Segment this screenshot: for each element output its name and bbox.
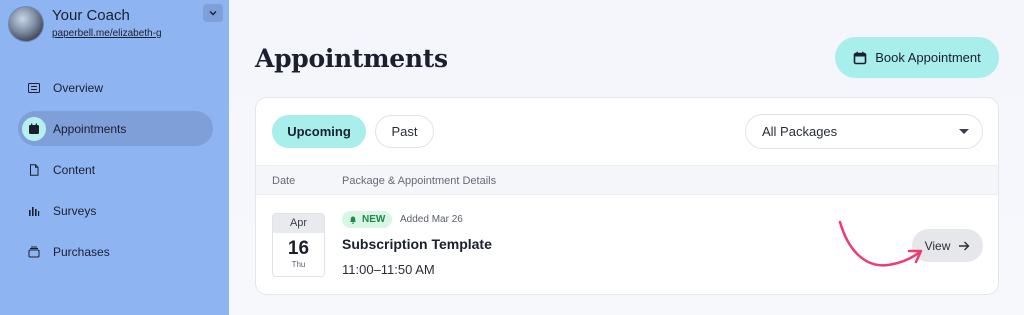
- view-button-label: View: [924, 238, 951, 253]
- date-weekday: Thu: [291, 260, 306, 269]
- purchases-icon: [24, 242, 44, 262]
- date-badge: Apr 16 Thu: [272, 213, 325, 277]
- sidebar-item-content[interactable]: Content: [18, 152, 213, 187]
- sidebar-item-label: Appointments: [53, 121, 127, 136]
- coach-name: Your Coach: [52, 7, 130, 24]
- main-content: Appointments Book Appointment Upcoming P…: [229, 0, 1024, 315]
- document-icon: [24, 160, 44, 180]
- chevron-down-icon: [209, 11, 217, 16]
- sidebar-item-label: Purchases: [53, 244, 110, 259]
- sidebar-item-label: Surveys: [53, 203, 97, 218]
- page-title: Appointments: [255, 44, 448, 73]
- calendar-icon: [853, 51, 867, 64]
- sidebar-item-appointments[interactable]: Appointments: [18, 111, 213, 146]
- new-badge: NEW: [342, 211, 393, 228]
- package-filter-select[interactable]: All Packages: [745, 114, 983, 149]
- date-day: 16: [287, 238, 310, 259]
- coach-profile[interactable]: Your Coach paperbell.me/elizabeth-g: [8, 6, 162, 42]
- appointment-title: Subscription Template: [342, 236, 492, 252]
- sidebar-item-purchases[interactable]: Purchases: [18, 234, 213, 269]
- avatar: [8, 6, 44, 42]
- sidebar-item-overview[interactable]: Overview: [18, 70, 213, 105]
- view-button[interactable]: View: [912, 229, 983, 262]
- profile-menu-button[interactable]: [203, 4, 223, 22]
- date-month: Apr: [273, 214, 324, 233]
- new-badge-label: NEW: [362, 214, 386, 225]
- tab-upcoming[interactable]: Upcoming: [272, 115, 366, 148]
- package-filter-value: All Packages: [762, 124, 838, 139]
- sidebar-item-label: Overview: [53, 80, 104, 95]
- book-appointment-button[interactable]: Book Appointment: [835, 37, 999, 78]
- sidebar-item-surveys[interactable]: Surveys: [18, 193, 213, 228]
- book-appointment-label: Book Appointment: [875, 50, 981, 65]
- calendar-icon: [22, 116, 46, 141]
- overview-icon: [24, 78, 44, 98]
- tab-past[interactable]: Past: [375, 115, 434, 148]
- sidebar-item-label: Content: [53, 162, 96, 177]
- table-header: Date Package & Appointment Details: [256, 165, 998, 195]
- bar-chart-icon: [24, 201, 44, 221]
- arrow-right-icon: [959, 241, 970, 250]
- sidebar-nav: Overview Appointments Content Surveys Pu…: [18, 70, 213, 275]
- bell-icon: [350, 216, 356, 224]
- sidebar: Your Coach paperbell.me/elizabeth-g Over…: [0, 0, 229, 315]
- added-date: Added Mar 26: [400, 214, 463, 225]
- column-header-details: Package & Appointment Details: [342, 175, 497, 187]
- appointment-time: 11:00–11:50 AM: [342, 262, 435, 277]
- appointments-card: Upcoming Past All Packages Date Package …: [255, 97, 999, 295]
- column-header-date: Date: [272, 175, 296, 187]
- caret-down-icon: [959, 129, 969, 134]
- coach-link[interactable]: paperbell.me/elizabeth-g: [52, 28, 162, 39]
